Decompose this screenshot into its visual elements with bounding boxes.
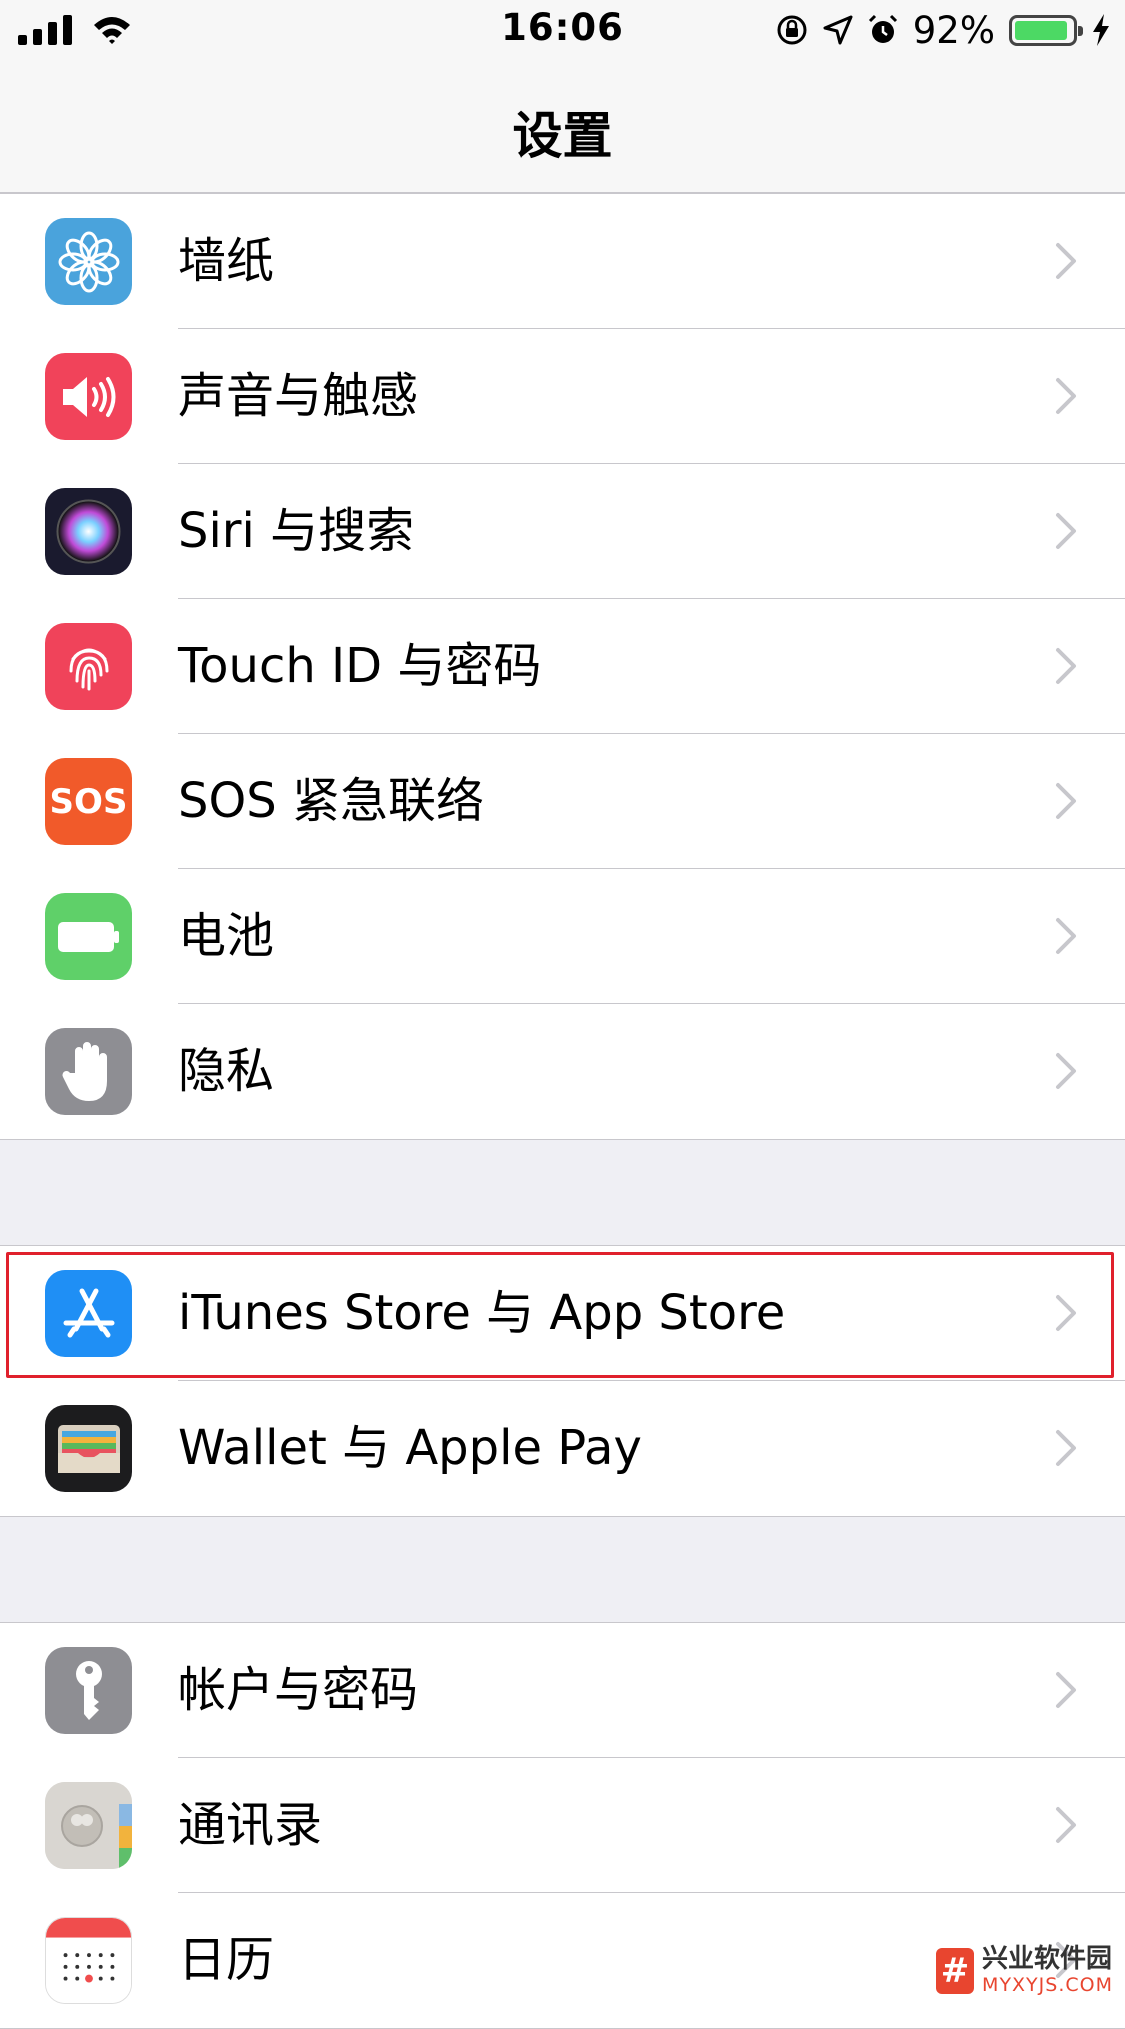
chevron-right-icon — [1045, 511, 1085, 551]
chevron-right-icon — [1045, 646, 1085, 686]
settings-row-contacts[interactable]: 通讯录 — [0, 1758, 1125, 1893]
key-icon — [45, 1647, 132, 1734]
chevron-right-icon — [1045, 1051, 1085, 1091]
settings-row-battery-app[interactable]: 电池 — [0, 869, 1125, 1004]
contacts-icon — [45, 1782, 132, 1869]
privacy-hand-icon — [45, 1028, 132, 1115]
settings-row-label: 隐私 — [178, 1004, 274, 1139]
settings-row-sound[interactable]: 声音与触感 — [0, 329, 1125, 464]
wallpaper-icon — [45, 218, 132, 305]
chevron-right-icon — [1045, 1805, 1085, 1845]
sos-icon-text: SOS — [50, 782, 128, 822]
battery-percent: 92% — [913, 9, 995, 52]
settings-row-privacy-hand[interactable]: 隐私 — [0, 1004, 1125, 1139]
settings-group: 墙纸声音与触感Siri 与搜索Touch ID 与密码 SOS SOS 紧急联络电池… — [0, 193, 1125, 1140]
settings-group: iTunes Store 与 App StoreWallet 与 Apple P… — [0, 1245, 1125, 1517]
settings-list: 墙纸声音与触感Siri 与搜索Touch ID 与密码 SOS SOS 紧急联络电池… — [0, 193, 1125, 2029]
battery-app-icon — [45, 893, 132, 980]
settings-row-label: 墙纸 — [178, 194, 274, 329]
battery-fill — [1015, 21, 1067, 40]
watermark-text: 兴业软件园 MYXYJS.COM — [982, 1946, 1113, 1995]
alarm-icon — [867, 14, 899, 46]
battery-icon — [1009, 15, 1077, 46]
watermark-en: MYXYJS.COM — [982, 1976, 1113, 1995]
rotation-lock-icon — [775, 13, 809, 47]
calendar-icon — [45, 1917, 132, 2004]
section-gap — [0, 1517, 1125, 1622]
chevron-right-icon — [1045, 916, 1085, 956]
touch-id-icon — [45, 623, 132, 710]
navigation-bar: 设置 — [0, 60, 1125, 193]
watermark-cn: 兴业软件园 — [982, 1946, 1113, 1972]
location-icon — [823, 15, 853, 45]
settings-row-sos[interactable]: SOS SOS 紧急联络 — [0, 734, 1125, 869]
chevron-right-icon — [1045, 781, 1085, 821]
settings-row-label: Siri 与搜索 — [178, 464, 414, 599]
app-store-icon — [45, 1270, 132, 1357]
settings-row-touch-id[interactable]: Touch ID 与密码 — [0, 599, 1125, 734]
settings-row-label: 帐户与密码 — [178, 1623, 418, 1758]
status-bar: 16:06 92% — [0, 0, 1125, 60]
settings-row-siri[interactable]: Siri 与搜索 — [0, 464, 1125, 599]
siri-icon — [45, 488, 132, 575]
sos-icon: SOS — [45, 758, 132, 845]
chevron-right-icon — [1045, 1293, 1085, 1333]
settings-row-label: 日历 — [178, 1893, 274, 2028]
settings-row-key[interactable]: 帐户与密码 — [0, 1623, 1125, 1758]
page-title: 设置 — [0, 96, 1125, 168]
settings-row-label: Touch ID 与密码 — [178, 599, 541, 734]
sound-icon — [45, 353, 132, 440]
settings-row-wallpaper[interactable]: 墙纸 — [0, 194, 1125, 329]
settings-row-label: iTunes Store 与 App Store — [178, 1246, 785, 1381]
chevron-right-icon — [1045, 1428, 1085, 1468]
settings-row-label: 声音与触感 — [178, 329, 418, 464]
chevron-right-icon — [1045, 241, 1085, 281]
settings-row-wallet[interactable]: Wallet 与 Apple Pay — [0, 1381, 1125, 1516]
section-gap — [0, 1140, 1125, 1245]
wallet-icon — [45, 1405, 132, 1492]
charging-icon — [1091, 14, 1111, 46]
chevron-right-icon — [1045, 1670, 1085, 1710]
settings-row-label: 电池 — [178, 869, 274, 1004]
settings-row-app-store[interactable]: iTunes Store 与 App Store — [0, 1246, 1125, 1381]
settings-row-label: Wallet 与 Apple Pay — [178, 1381, 642, 1516]
settings-row-label: 通讯录 — [178, 1758, 322, 1893]
settings-row-label: SOS 紧急联络 — [178, 734, 484, 869]
watermark: # 兴业软件园 MYXYJS.COM — [936, 1946, 1113, 1995]
watermark-badge: # — [936, 1948, 974, 1994]
chevron-right-icon — [1045, 376, 1085, 416]
status-right: 92% — [775, 8, 1111, 52]
